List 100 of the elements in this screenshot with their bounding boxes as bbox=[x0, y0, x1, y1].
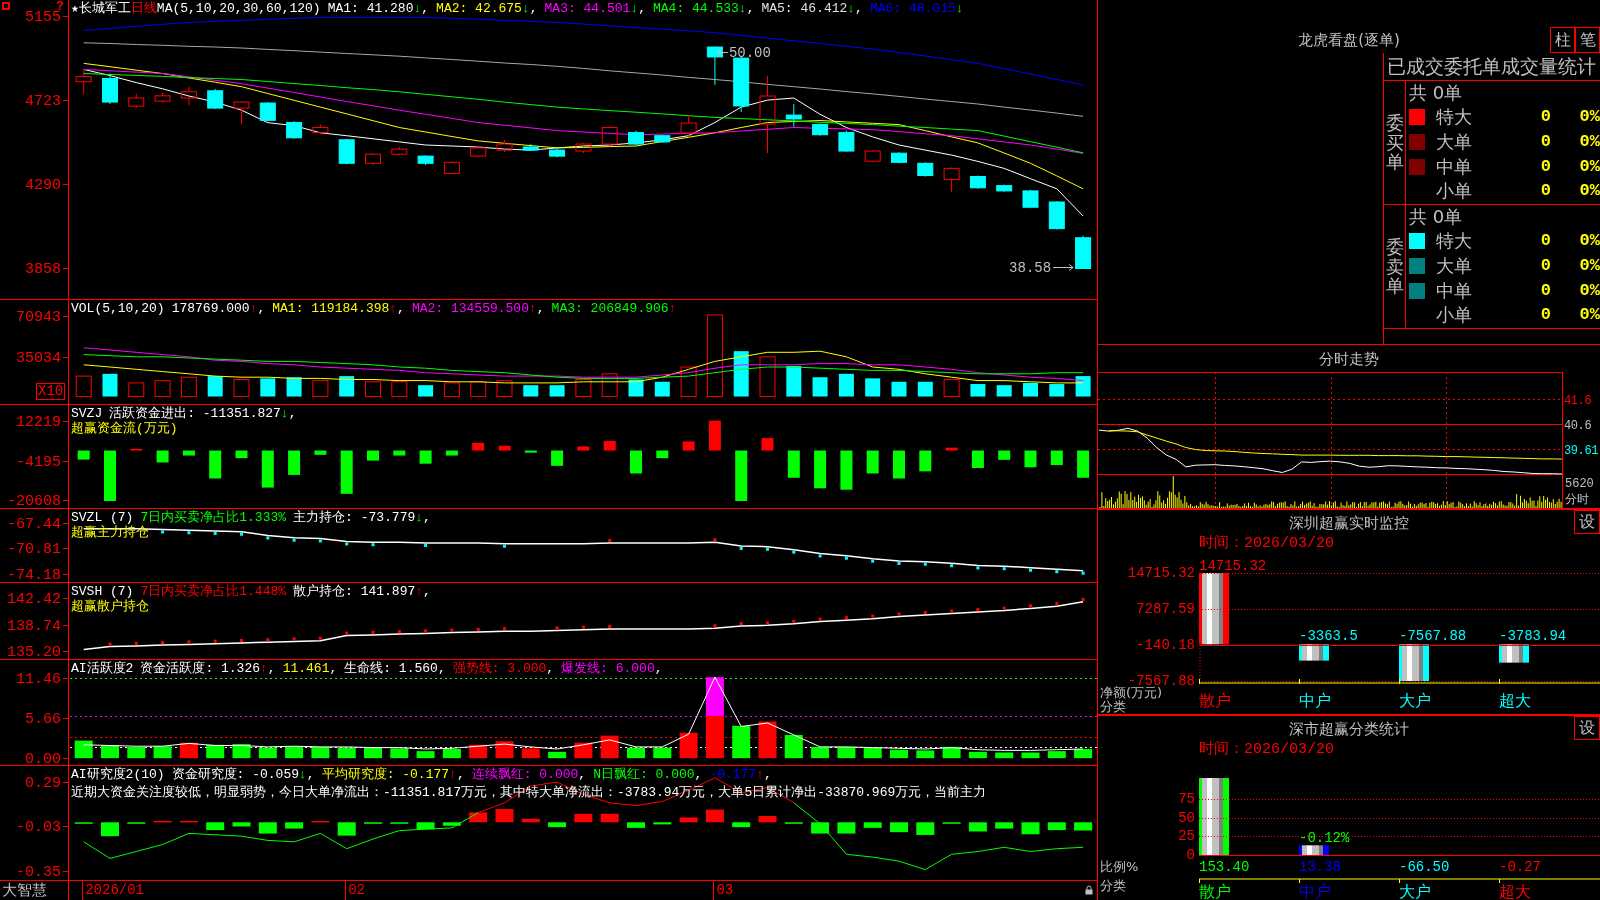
point-marker bbox=[134, 641, 138, 645]
order-percent: 0% bbox=[1578, 131, 1600, 154]
candle bbox=[286, 120, 303, 140]
activity-bar bbox=[74, 740, 93, 759]
research-bar bbox=[758, 816, 777, 823]
date-label: 03 bbox=[713, 881, 734, 900]
flow-bar bbox=[498, 445, 511, 451]
indicator-title: MA(5,10,20,30,60,120) bbox=[156, 1, 321, 16]
axis-label: -74.18 bbox=[7, 566, 61, 582]
research-bar bbox=[232, 822, 251, 827]
volume-bar bbox=[207, 376, 223, 397]
value-label: -0.12% bbox=[1299, 830, 1350, 847]
time-label: 时间：2026/03/20 bbox=[1199, 742, 1334, 758]
flow-bar bbox=[1050, 450, 1063, 466]
point-marker bbox=[897, 561, 901, 565]
legend-item: 11.461, bbox=[282, 661, 338, 676]
volume-bar bbox=[759, 356, 776, 397]
indicator-title: SVSH (7) bbox=[71, 584, 134, 599]
value-label: -0.27 bbox=[1499, 858, 1541, 876]
axis-label: -70.81 bbox=[7, 541, 61, 559]
axis-label: 40.6 bbox=[1564, 419, 1592, 433]
category-label: 中户 bbox=[1299, 883, 1331, 900]
activity-bar bbox=[995, 752, 1014, 759]
candle bbox=[891, 151, 907, 164]
research-bar bbox=[968, 822, 987, 832]
candle bbox=[180, 86, 197, 106]
point-marker bbox=[213, 639, 217, 643]
mode-button[interactable]: 柱 bbox=[1550, 27, 1575, 53]
candle bbox=[312, 123, 329, 136]
candle bbox=[575, 142, 592, 154]
point-marker bbox=[345, 631, 349, 635]
indicator-caption: 超赢散户持仓 bbox=[71, 599, 149, 614]
value-label: -7567.88 bbox=[1399, 628, 1467, 645]
group-label: 委卖单 bbox=[1385, 236, 1404, 297]
volume-bar bbox=[891, 381, 907, 397]
point-marker bbox=[950, 564, 954, 568]
point-marker bbox=[213, 531, 217, 535]
candle bbox=[733, 55, 750, 113]
candle bbox=[496, 139, 513, 153]
row-label: 大单 bbox=[1436, 131, 1473, 154]
flow-bar bbox=[814, 450, 827, 489]
volume-bar bbox=[654, 381, 670, 397]
flow-bar bbox=[603, 440, 616, 451]
flow-bar bbox=[156, 450, 169, 463]
flow-bar bbox=[524, 450, 537, 453]
axis-label: 138.74 bbox=[7, 618, 61, 635]
point-marker bbox=[976, 608, 980, 612]
panel-title: 深市超赢分类统计 bbox=[1289, 719, 1409, 739]
point-marker bbox=[108, 642, 112, 646]
axis-title: 比例% bbox=[1100, 860, 1139, 874]
point-marker bbox=[1029, 604, 1032, 608]
mode-button[interactable]: 笔 bbox=[1575, 27, 1600, 53]
axis-label: 3858 bbox=[25, 261, 61, 279]
activity-bar bbox=[679, 732, 698, 759]
candle bbox=[917, 161, 934, 177]
research-bar bbox=[521, 818, 540, 823]
legend-item: MA2: 134559.500↑, bbox=[411, 301, 545, 316]
square-icon[interactable] bbox=[2, 2, 10, 10]
order-count: 0 bbox=[1539, 155, 1551, 178]
flow-bar bbox=[235, 450, 248, 459]
research-bar bbox=[995, 822, 1014, 829]
legend-item: -0.177↑, bbox=[709, 767, 772, 782]
volume-bar bbox=[260, 378, 276, 397]
activity-bar bbox=[179, 742, 198, 759]
settings-button[interactable]: 设 bbox=[1574, 510, 1600, 534]
legend-item: MA3: 206849.906↑ bbox=[551, 301, 677, 316]
axis-label: -140.18 bbox=[1136, 638, 1195, 652]
research-bar bbox=[469, 812, 488, 823]
candle bbox=[601, 126, 618, 147]
legend-item: 连续飘红: 0.000, bbox=[471, 767, 587, 782]
axis-label: 70943 bbox=[16, 309, 61, 327]
candle bbox=[233, 100, 250, 125]
volume-bar bbox=[75, 375, 92, 397]
research-bar bbox=[811, 822, 830, 834]
point-marker bbox=[923, 611, 927, 615]
flow-bar bbox=[708, 420, 721, 451]
point-marker bbox=[739, 622, 743, 626]
flow-bar bbox=[445, 450, 458, 456]
point-marker bbox=[923, 562, 927, 566]
value-label: -3783.94 bbox=[1499, 628, 1567, 645]
settings-button[interactable]: 设 bbox=[1574, 716, 1600, 740]
axis-label: 4290 bbox=[25, 177, 61, 195]
research-bar bbox=[206, 822, 225, 831]
volume-bar bbox=[233, 379, 250, 397]
period-label[interactable]: 日线 bbox=[130, 1, 157, 16]
lock-icon[interactable] bbox=[1085, 885, 1093, 895]
legend-item: 平均研究度: -0.177↑, bbox=[321, 767, 465, 782]
order-percent: 0% bbox=[1578, 279, 1600, 302]
flow-bar bbox=[1024, 450, 1037, 468]
activity-bar bbox=[1047, 751, 1066, 759]
flow-bar bbox=[840, 450, 853, 490]
order-total: 共 0单 bbox=[1409, 81, 1463, 105]
axis-label: 75 bbox=[1178, 791, 1195, 806]
point-marker bbox=[555, 626, 559, 630]
point-marker bbox=[266, 638, 270, 642]
order-total: 共 0单 bbox=[1409, 205, 1463, 229]
point-marker bbox=[713, 538, 717, 542]
candle bbox=[75, 68, 92, 95]
axis-label: 0 bbox=[1186, 848, 1195, 862]
bar bbox=[1199, 573, 1229, 645]
